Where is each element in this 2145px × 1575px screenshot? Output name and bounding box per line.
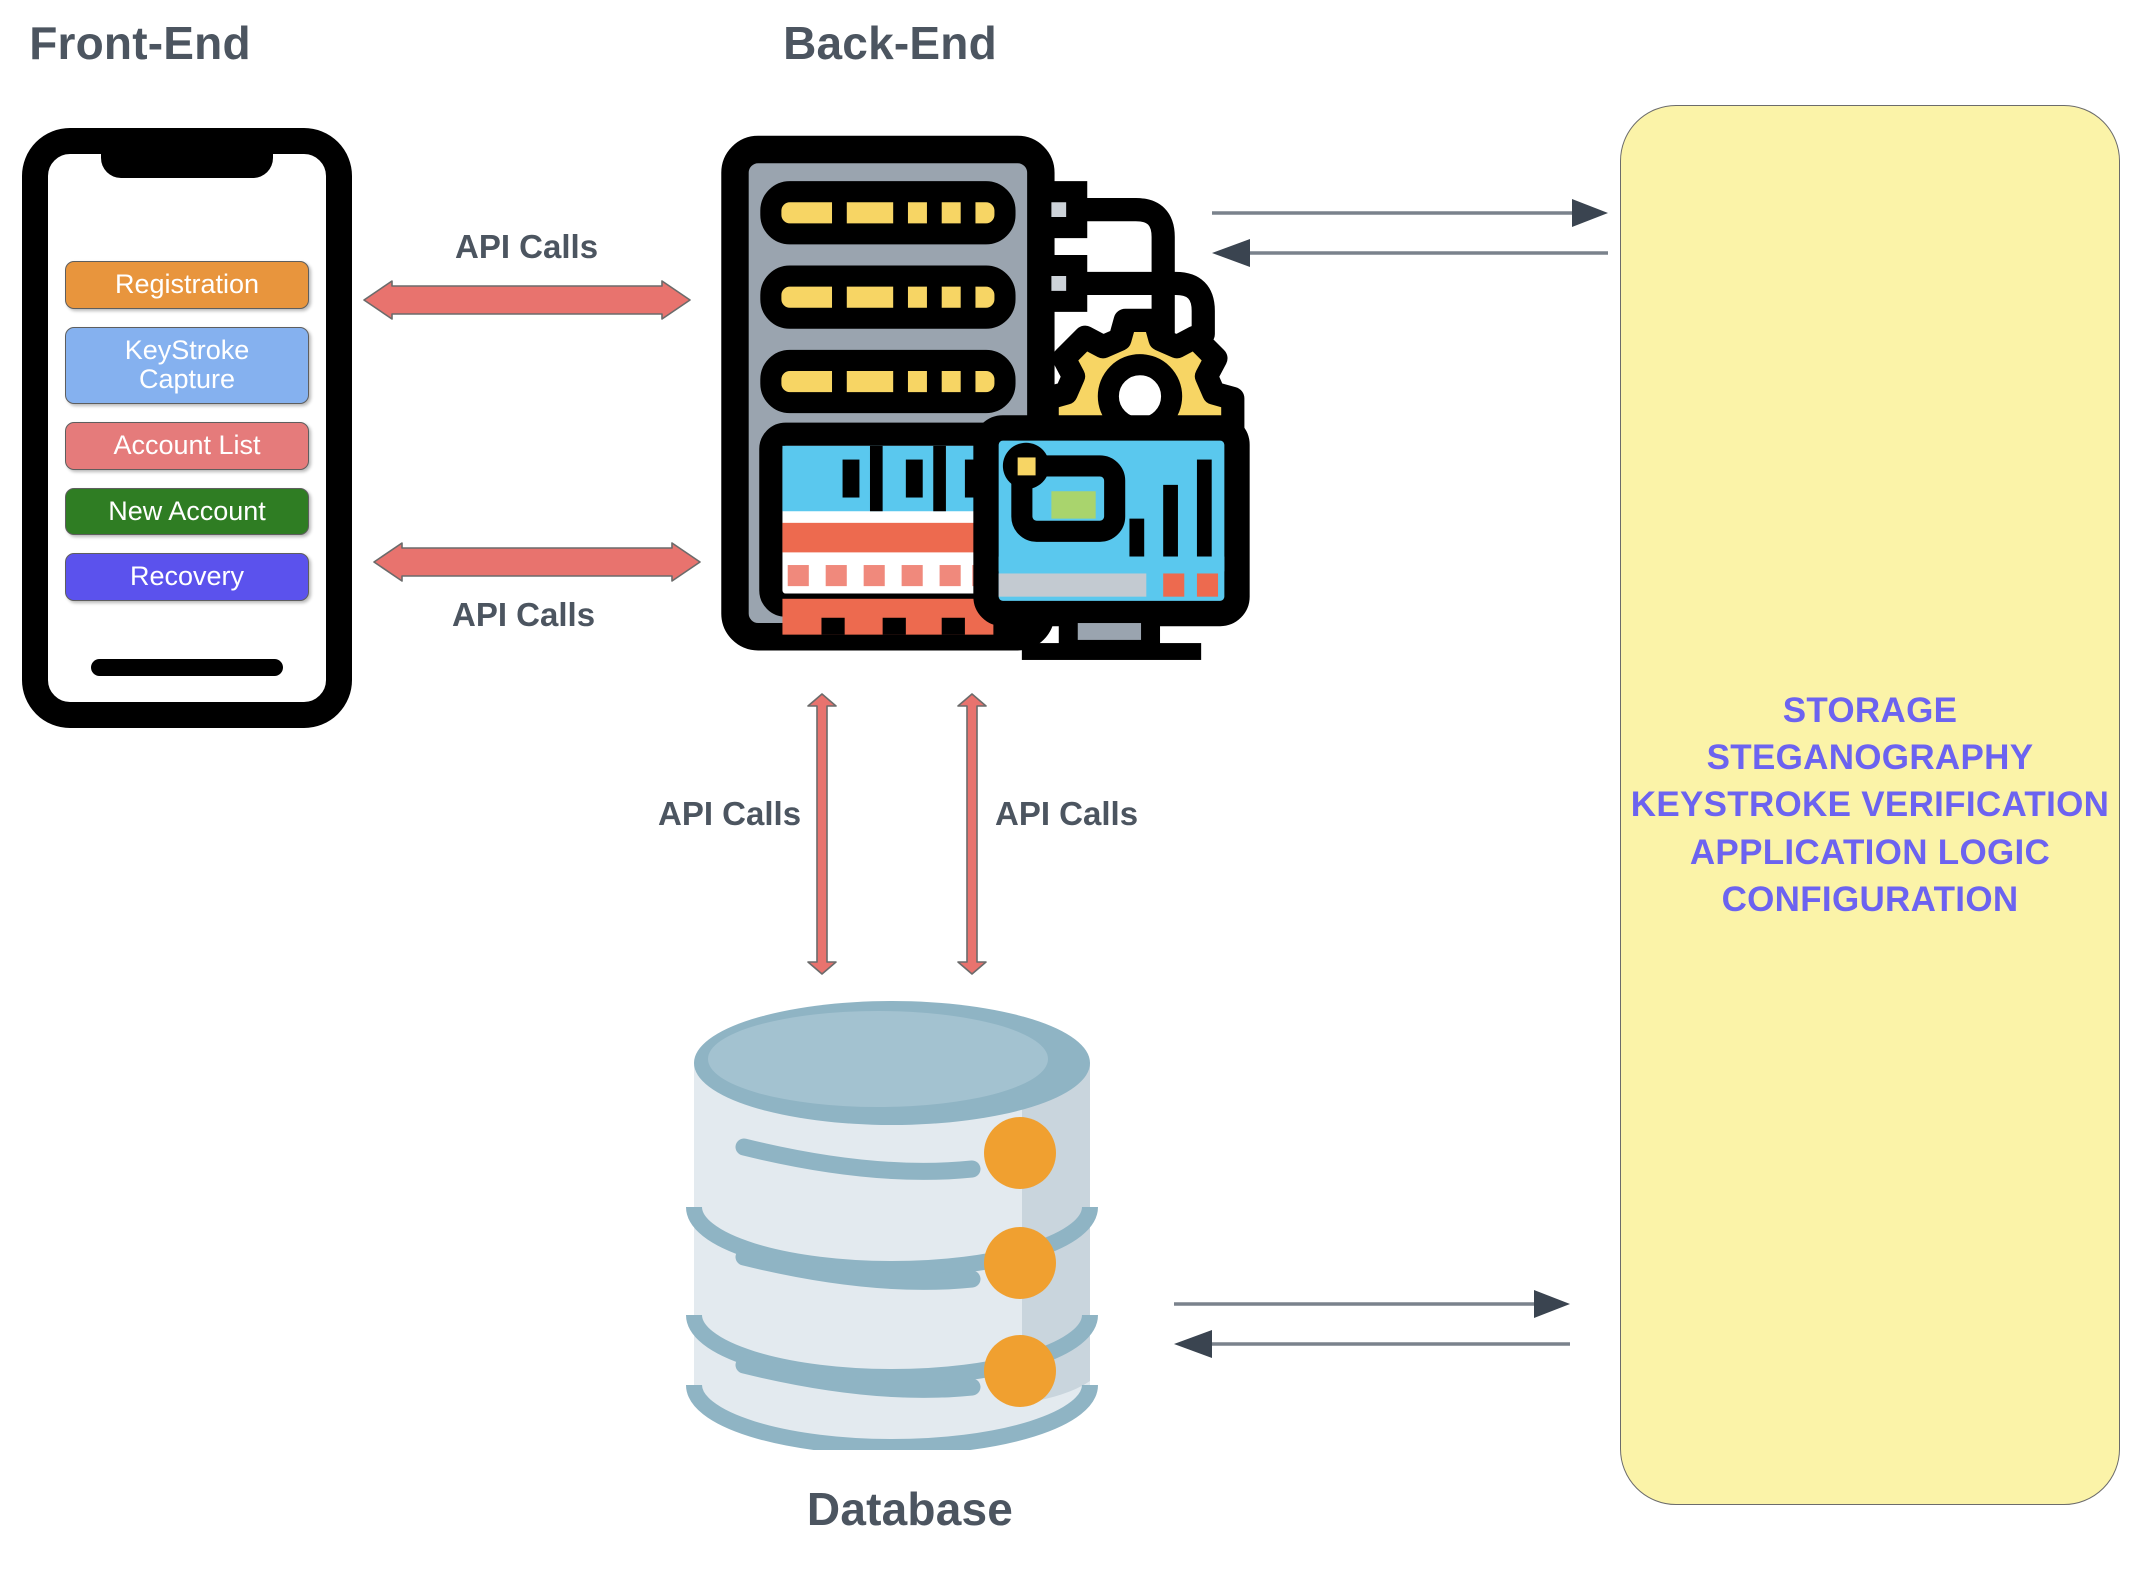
api-arrow-front-back-bottom	[373, 542, 701, 582]
phone-home-indicator-icon	[91, 659, 283, 676]
database-title: Database	[806, 1483, 1014, 1535]
phone-screen: Registration KeyStroke Capture Account L…	[48, 154, 326, 702]
services-list: STORAGE STEGANOGRAPHY KEYSTROKE VERIFICA…	[1631, 687, 2110, 923]
architecture-diagram-canvas: Front-End Back-End Database Registration…	[0, 0, 2145, 1575]
service-item-keystroke-verification: KEYSTROKE VERIFICATION	[1630, 785, 2110, 825]
api-calls-label-left-vertical: API Calls	[658, 795, 802, 832]
service-item-storage: STORAGE	[1782, 690, 1958, 730]
app-button-account-list[interactable]: Account List	[65, 422, 309, 470]
front-end-phone: Registration KeyStroke Capture Account L…	[22, 128, 352, 728]
api-calls-label-right-vertical: API Calls	[995, 795, 1139, 832]
database-cylinder-icon	[672, 995, 1112, 1455]
back-end-title: Back-End	[783, 17, 997, 69]
service-item-configuration: CONFIGURATION	[1721, 879, 2019, 919]
app-button-registration[interactable]: Registration	[65, 260, 309, 309]
app-button-recovery[interactable]: Recovery	[65, 553, 309, 602]
app-button-keystroke-capture[interactable]: KeyStroke Capture	[65, 326, 309, 404]
front-end-title: Front-End	[29, 17, 251, 69]
api-calls-label-top: API Calls	[455, 228, 599, 265]
api-arrow-back-db-left	[807, 693, 837, 975]
api-arrow-front-back-top	[363, 280, 691, 320]
api-calls-label-bottom: API Calls	[452, 596, 596, 633]
backend-services-arrow-pair-top	[1212, 199, 1608, 267]
database-services-arrow-pair-bottom	[1174, 1290, 1570, 1358]
services-panel: STORAGE STEGANOGRAPHY KEYSTROKE VERIFICA…	[1620, 105, 2120, 1505]
server-rack-with-monitor-and-gear-icon	[716, 128, 1256, 678]
api-arrow-back-db-right	[957, 693, 987, 975]
service-item-steganography: STEGANOGRAPHY	[1706, 738, 2034, 778]
service-item-application-logic: APPLICATION LOGIC	[1689, 832, 2051, 872]
app-button-new-account[interactable]: New Account	[65, 487, 309, 536]
